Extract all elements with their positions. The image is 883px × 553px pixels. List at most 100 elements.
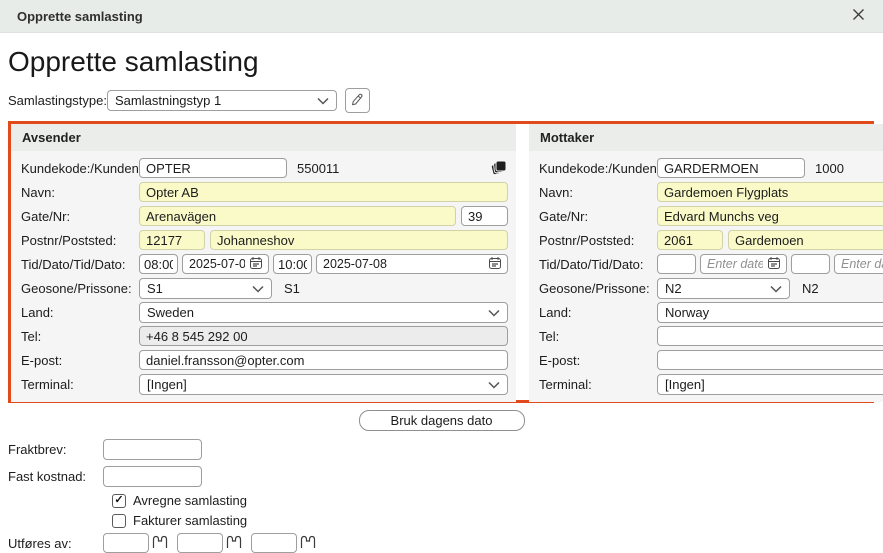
- kundekode-input[interactable]: [657, 158, 805, 178]
- navn-input[interactable]: [139, 182, 508, 202]
- samlastingstype-value: Samlastningstyp 1: [115, 93, 222, 108]
- calendar-icon: [249, 256, 263, 273]
- calendar-button[interactable]: [765, 256, 783, 273]
- chevron-down-icon: [488, 305, 500, 320]
- utfores-input-2[interactable]: [177, 533, 223, 553]
- fraktbrev-label: Fraktbrev:: [8, 442, 67, 457]
- epost-label: E-post:: [539, 352, 581, 368]
- date1-input[interactable]: [183, 257, 247, 271]
- utfores-input-3[interactable]: [251, 533, 297, 553]
- geosone-value: S1: [147, 280, 163, 296]
- time1-input[interactable]: [657, 254, 696, 274]
- chevron-down-icon: [252, 281, 264, 296]
- row-postnr: Postnr/Poststed:: [539, 230, 883, 250]
- time2-input[interactable]: [791, 254, 830, 274]
- close-icon: [852, 8, 865, 24]
- geosone-select[interactable]: S1: [139, 277, 272, 299]
- row-tid-dato: Tid/Dato/Tid/Dato:: [21, 254, 508, 274]
- fast-kostnad-label: Fast kostnad:: [8, 469, 87, 484]
- gate-nr-input[interactable]: [461, 206, 508, 226]
- row-gate: Gate/Nr:: [539, 206, 883, 226]
- terminal-value: [Ingen]: [665, 376, 705, 392]
- fakturer-checkbox[interactable]: [112, 513, 126, 528]
- row-epost: E-post:: [21, 350, 508, 370]
- fakturer-checkbox-row: Fakturer samlasting: [112, 513, 883, 528]
- edit-type-button[interactable]: [345, 88, 370, 113]
- row-gate: Gate/Nr:: [21, 206, 508, 226]
- panel-mottaker: Mottaker Kundekode:/Kundenu 1000: [529, 124, 883, 402]
- date1-input[interactable]: [701, 257, 765, 271]
- samlastingstype-row: Samlastingstype: Samlastningstyp 1: [8, 88, 883, 113]
- kundenummer-value: 550011: [297, 160, 340, 176]
- utfores-av-label: Utføres av:: [8, 536, 72, 551]
- row-geosone: Geosone/Prissone: S1 S1: [21, 277, 508, 299]
- postnr-input[interactable]: [139, 230, 205, 250]
- avregne-checkbox[interactable]: ✓: [112, 493, 126, 508]
- row-navn: Navn:: [21, 182, 508, 202]
- copy-stack-icon: [490, 158, 508, 179]
- row-fast-kostnad: Fast kostnad:: [8, 466, 883, 487]
- row-land: Land: Norway: [539, 301, 883, 323]
- binoculars-icon: [152, 535, 168, 552]
- fraktbrev-input[interactable]: [103, 439, 202, 460]
- gate-label: Gate/Nr:: [539, 208, 589, 224]
- gate-label: Gate/Nr:: [21, 208, 71, 224]
- row-tel: Tel:: [539, 326, 883, 346]
- kundekode-label: Kundekode:/Kundenu: [539, 160, 657, 176]
- tel-label: Tel:: [539, 328, 560, 344]
- tel-label: Tel:: [21, 328, 42, 344]
- postnr-label: Postnr/Poststed:: [539, 232, 635, 248]
- tel-input[interactable]: [657, 326, 883, 346]
- epost-input[interactable]: [139, 350, 508, 370]
- kundekode-label: Kundekode:/Kundenu: [21, 160, 139, 176]
- pencil-icon: [351, 93, 364, 109]
- gate-input[interactable]: [657, 206, 883, 226]
- poststed-input[interactable]: [728, 230, 883, 250]
- land-value: Norway: [665, 304, 710, 320]
- navn-input[interactable]: [657, 182, 883, 202]
- navn-label: Navn:: [21, 184, 55, 200]
- land-select[interactable]: Norway: [657, 301, 883, 323]
- lookup-button[interactable]: [226, 535, 251, 552]
- binoculars-icon: [300, 535, 316, 552]
- panel-avsender: Avsender Kundekode:/Kundenu 550011: [11, 124, 516, 402]
- gate-input[interactable]: [139, 206, 456, 226]
- postnr-input[interactable]: [657, 230, 723, 250]
- terminal-select[interactable]: [Ingen]: [139, 373, 508, 395]
- chevron-down-icon: [488, 377, 500, 392]
- row-kundekode: Kundekode:/Kundenu 550011: [21, 158, 508, 178]
- use-today-date-button[interactable]: Bruk dagens dato: [358, 410, 525, 431]
- calendar-button[interactable]: [486, 256, 504, 273]
- poststed-input[interactable]: [210, 230, 508, 250]
- close-button[interactable]: [852, 8, 865, 24]
- time2-input[interactable]: [273, 254, 312, 274]
- window-titlebar: Opprette samlasting: [0, 0, 883, 33]
- epost-input[interactable]: [657, 350, 883, 370]
- terminal-select[interactable]: [Ingen]: [657, 373, 883, 395]
- row-postnr: Postnr/Poststed:: [21, 230, 508, 250]
- row-geosone: Geosone/Prissone: N2 N2: [539, 277, 883, 299]
- chevron-down-icon: [317, 93, 329, 108]
- date2-input[interactable]: [317, 257, 486, 271]
- lookup-button[interactable]: [300, 535, 325, 552]
- row-fraktbrev: Fraktbrev:: [8, 439, 883, 460]
- calendar-button[interactable]: [247, 256, 265, 273]
- geosone-select[interactable]: N2: [657, 277, 790, 299]
- row-navn: Navn:: [539, 182, 883, 202]
- avregne-checkbox-row: ✓ Avregne samlasting: [112, 493, 883, 508]
- date2-field: [316, 254, 508, 274]
- utfores-input-1[interactable]: [103, 533, 149, 553]
- kundekode-input[interactable]: [139, 158, 287, 178]
- fast-kostnad-input[interactable]: [103, 466, 202, 487]
- samlastingstype-select[interactable]: Samlastningstyp 1: [107, 90, 337, 111]
- geosone-text: N2: [802, 280, 819, 296]
- row-kundekode: Kundekode:/Kundenu 1000: [539, 158, 883, 178]
- lookup-button[interactable]: [152, 535, 177, 552]
- date2-input[interactable]: [835, 257, 883, 271]
- tel-input[interactable]: [139, 326, 508, 346]
- copy-customer-button[interactable]: [490, 158, 508, 179]
- geosone-value: N2: [665, 280, 682, 296]
- time1-input[interactable]: [139, 254, 178, 274]
- land-select[interactable]: Sweden: [139, 301, 508, 323]
- navn-label: Navn:: [539, 184, 573, 200]
